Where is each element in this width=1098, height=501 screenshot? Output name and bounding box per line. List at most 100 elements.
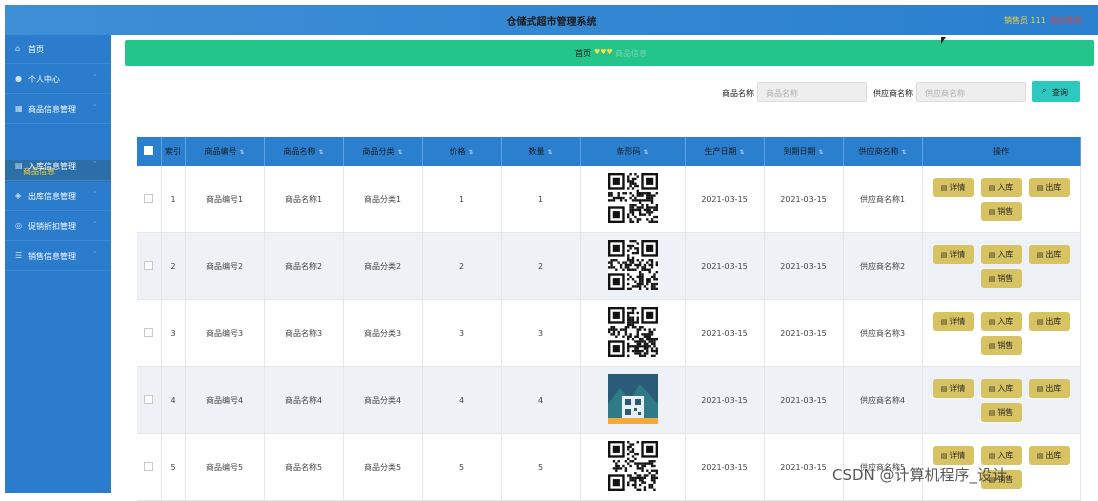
detail-button[interactable]: ▤ 详情	[932, 244, 974, 264]
barcode-qr-image	[607, 441, 658, 491]
inbound-button[interactable]: ▤ 入库	[980, 311, 1022, 331]
column-header: 索引	[161, 137, 186, 166]
product-name-input[interactable]: 商品名称	[757, 82, 867, 102]
detail-button[interactable]: ▤ 详情	[932, 311, 974, 331]
supplier-name-label: 供应商名称	[873, 89, 913, 98]
doc-icon: ▤	[988, 183, 996, 192]
outbound-button[interactable]: ▤ 出库	[1028, 177, 1070, 197]
row-checkbox[interactable]	[144, 394, 154, 404]
doc-icon: ▤	[988, 207, 996, 216]
column-header[interactable]: 数量 ⇅	[501, 137, 581, 166]
sidebar-item-4[interactable]: ▤ 入库信息管理 ˅	[5, 152, 111, 181]
column-header: 操作	[922, 137, 1081, 166]
detail-button[interactable]: ▤ 详情	[932, 378, 974, 398]
outbound-button[interactable]: ▤ 出库	[1028, 445, 1070, 465]
doc-icon: ▤	[988, 341, 996, 350]
sidebar-item-label: 个人中心	[28, 75, 60, 84]
detail-button[interactable]: ▤ 详情	[932, 177, 974, 197]
sidebar-item-5[interactable]: ◈ 出库信息管理 ˅	[5, 182, 111, 211]
table-row: 2 商品编号2 商品名称2 商品分类2 2 2 2021-03-15 2021-03-15 供应…	[137, 232, 1081, 300]
outbound-icon: ◈	[15, 191, 22, 200]
sidebar-item-6[interactable]: ◎ 促销折扣管理 ˅	[5, 212, 111, 241]
doc-icon: ▤	[1036, 183, 1044, 192]
cell-idx: 4	[161, 366, 186, 434]
sell-button[interactable]: ▤ 销售	[980, 201, 1022, 221]
doc-icon: ▤	[988, 250, 996, 259]
top-bar: 仓储式超市管理系统 销售员 111 退出登录	[5, 5, 1098, 35]
actions-cell: ▤ 详情 ▤ 入库 ▤ 出库 ▤ 销售	[922, 232, 1081, 300]
sidebar-item-label: 首页	[28, 45, 44, 54]
actions-cell: ▤ 详情 ▤ 入库 ▤ 出库 ▤ 销售	[922, 366, 1081, 434]
doc-icon: ▤	[988, 408, 996, 417]
sidebar-item-3[interactable]: ▦ 商品信息管理 ˄	[5, 95, 111, 124]
sort-icon[interactable]: ⇅	[397, 149, 402, 156]
sort-icon[interactable]: ⇅	[818, 149, 823, 156]
cell-prod: 2021-03-15	[685, 166, 765, 233]
sort-icon[interactable]: ⇅	[318, 149, 323, 156]
column-header[interactable]: 价格 ⇅	[422, 137, 502, 166]
cell-qty: 4	[501, 366, 581, 434]
column-header[interactable]: 商品编号 ⇅	[185, 137, 265, 166]
sell-button[interactable]: ▤ 销售	[980, 335, 1022, 355]
sidebar: 商品信息 ⌂ 首页 ● 个人中心 ˅ ▦ 商品信息管理 ˄ ▤ 入库信息管理 ˅ ◈ 出库信息管理 ˅ ◎ 促…	[5, 35, 111, 493]
inbound-button[interactable]: ▤ 入库	[980, 244, 1022, 264]
column-header[interactable]: 到期日期 ⇅	[764, 137, 844, 166]
table-header: 索引 商品编号 ⇅ 商品名称 ⇅ 商品分类 ⇅ 价格 ⇅ 数量 ⇅ 条形码 ⇅ 生产日期 ⇅ 到期日期 ⇅ 供应商…	[137, 137, 1081, 166]
cell-name: 商品名称3	[264, 299, 344, 367]
doc-icon: ▤	[988, 317, 996, 326]
inbound-button[interactable]: ▤ 入库	[980, 445, 1022, 465]
logout-link[interactable]: 退出登录	[1050, 15, 1082, 26]
doc-icon: ▤	[988, 274, 996, 283]
outbound-button[interactable]: ▤ 出库	[1028, 311, 1070, 331]
inbound-button[interactable]: ▤ 入库	[980, 378, 1022, 398]
row-checkbox[interactable]	[144, 260, 154, 270]
sort-icon[interactable]: ⇅	[901, 149, 906, 156]
outbound-button[interactable]: ▤ 出库	[1028, 378, 1070, 398]
select-all-checkbox[interactable]	[144, 146, 154, 155]
chevron-icon: ˅	[93, 74, 97, 82]
row-select-cell	[137, 433, 162, 501]
column-header[interactable]: 商品分类 ⇅	[343, 137, 423, 166]
sell-button[interactable]: ▤ 销售	[980, 402, 1022, 422]
breadcrumb-home[interactable]: 首页	[575, 48, 591, 59]
column-header[interactable]: 生产日期 ⇅	[685, 137, 765, 166]
cell-price: 2	[422, 232, 502, 300]
doc-icon: ▤	[940, 451, 948, 460]
supplier-name-input[interactable]: 供应商名称	[916, 82, 1026, 102]
sort-icon[interactable]: ⇅	[739, 149, 744, 156]
actions-cell: ▤ 详情 ▤ 入库 ▤ 出库 ▤ 销售	[922, 299, 1081, 367]
column-header[interactable]: 商品名称 ⇅	[264, 137, 344, 166]
cell-code: 商品编号1	[185, 166, 265, 233]
cell-exp: 2021-03-15	[764, 232, 844, 300]
cell-qty: 5	[501, 433, 581, 501]
chevron-icon: ˅	[93, 221, 97, 229]
row-checkbox[interactable]	[144, 193, 154, 203]
cell-supplier: 供应商名称2	[843, 232, 923, 300]
sidebar-item-1[interactable]: ⌂ 首页	[5, 35, 111, 64]
cell-cat: 商品分类2	[343, 232, 423, 300]
cell-name: 商品名称1	[264, 166, 344, 233]
sort-icon[interactable]: ⇅	[468, 149, 473, 156]
search-button[interactable]: ⌕ 查询	[1032, 81, 1080, 102]
detail-button[interactable]: ▤ 详情	[932, 445, 974, 465]
cell-cat: 商品分类1	[343, 166, 423, 233]
row-select-cell	[137, 232, 162, 300]
sidebar-item-2[interactable]: ● 个人中心 ˅	[5, 65, 111, 94]
row-checkbox[interactable]	[144, 327, 154, 337]
column-header[interactable]: 供应商名称 ⇅	[843, 137, 923, 166]
inbound-button[interactable]: ▤ 入库	[980, 177, 1022, 197]
sort-icon[interactable]: ⇅	[239, 149, 244, 156]
breadcrumb-current: 商品信息	[615, 49, 647, 58]
row-select-cell	[137, 299, 162, 367]
column-header[interactable]: 条形码 ⇅	[580, 137, 686, 166]
sell-button[interactable]: ▤ 销售	[980, 268, 1022, 288]
outbound-button[interactable]: ▤ 出库	[1028, 244, 1070, 264]
sort-icon[interactable]: ⇅	[643, 149, 648, 156]
chevron-icon: ˅	[93, 251, 97, 259]
row-checkbox[interactable]	[144, 461, 154, 471]
sidebar-item-7[interactable]: ☰ 销售信息管理 ˅	[5, 242, 111, 271]
barcode-cell	[580, 299, 686, 367]
cell-code: 商品编号4	[185, 366, 265, 434]
sort-icon[interactable]: ⇅	[547, 149, 552, 156]
doc-icon: ▤	[940, 384, 948, 393]
